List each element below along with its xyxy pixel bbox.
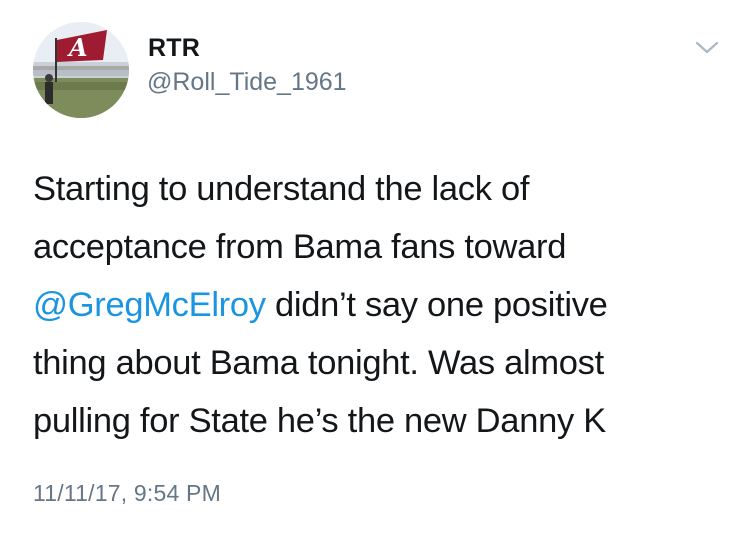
tweet-line: Starting to understand the lack of (33, 170, 530, 208)
chevron-down-icon[interactable] (690, 36, 724, 60)
tweet-text: Starting to understand the lack of accep… (33, 160, 723, 450)
tweet-card: A RTR @Roll_Tide_1961 Starting to unders… (0, 0, 750, 534)
alabama-flag-icon: A (33, 22, 129, 118)
tweet-line-rest: didn’t say one positive (265, 286, 608, 324)
avatar[interactable]: A (33, 22, 129, 118)
timestamp[interactable]: 11/11/17, 9:54 PM (33, 480, 221, 507)
svg-text:A: A (67, 33, 88, 62)
display-name[interactable]: RTR (148, 34, 200, 63)
user-handle[interactable]: @Roll_Tide_1961 (147, 68, 347, 97)
mention-link[interactable]: @GregMcElroy (33, 286, 266, 324)
tweet-line: @GregMcElroy didn’t say one positive (33, 276, 723, 334)
tweet-line: pulling for State he’s the new Danny K (33, 402, 606, 440)
tweet-line: acceptance from Bama fans toward (33, 228, 567, 266)
tweet-line: thing about Bama tonight. Was almost (33, 344, 604, 382)
